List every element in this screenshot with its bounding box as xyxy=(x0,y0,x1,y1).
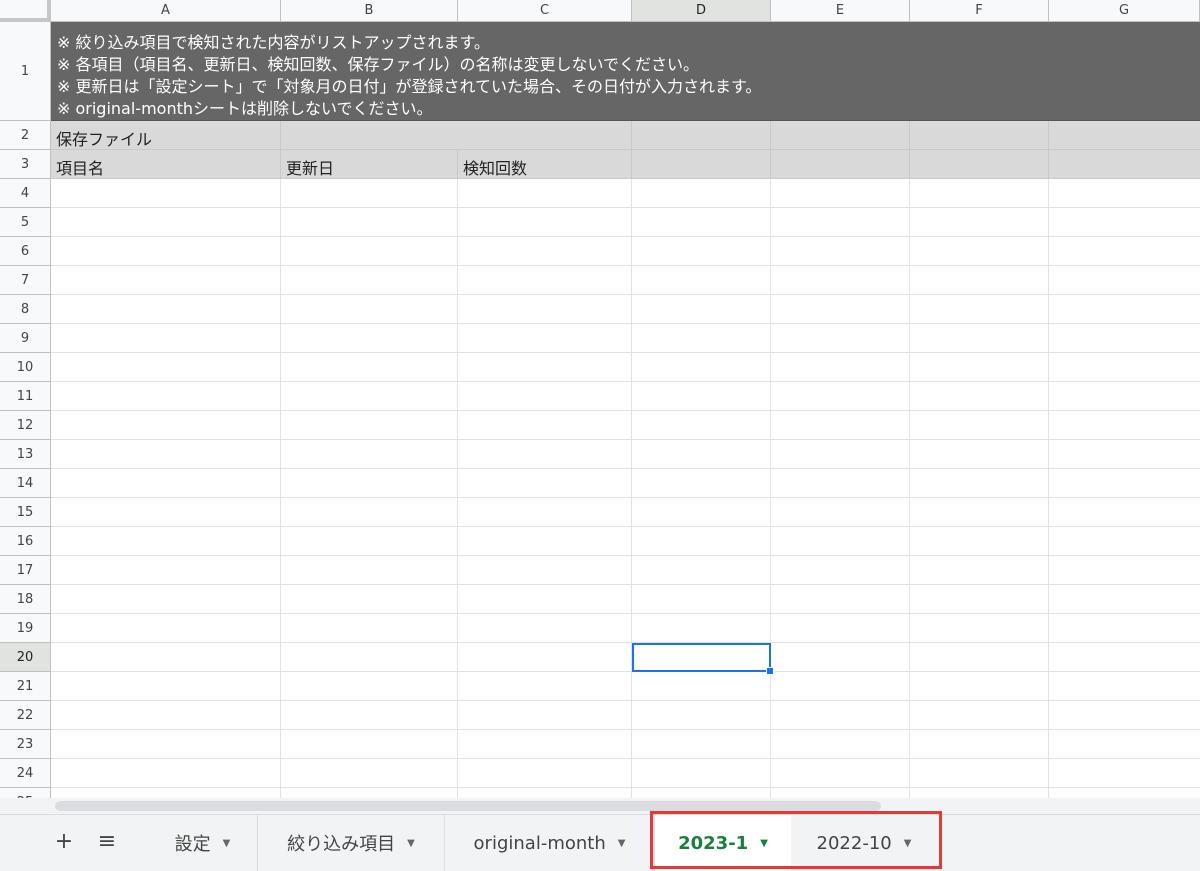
note-line-3: ※ 更新日は「設定シート」で「対象月の日付」が登録されていた場合、その日付が入力… xyxy=(57,77,762,96)
select-all-corner[interactable] xyxy=(0,0,51,22)
row-header-24[interactable]: 24 xyxy=(0,759,51,788)
column-header-c[interactable]: C xyxy=(458,0,632,22)
row-header-19[interactable]: 19 xyxy=(0,614,51,643)
row-header-9[interactable]: 9 xyxy=(0,324,51,353)
row-header-5[interactable]: 5 xyxy=(0,208,51,237)
chevron-down-icon[interactable]: ▼ xyxy=(223,838,231,849)
row-header-20[interactable]: 20 xyxy=(0,643,51,672)
tab-label: 設定 xyxy=(174,834,211,855)
cell-c3-detection-count[interactable]: 検知回数 xyxy=(463,155,527,179)
all-sheets-icon[interactable]: ≡ xyxy=(95,826,119,856)
row-header-17[interactable]: 17 xyxy=(0,556,51,585)
column-header-e[interactable]: E xyxy=(771,0,910,22)
row-header-11[interactable]: 11 xyxy=(0,382,51,411)
row-header-2[interactable]: 2 xyxy=(0,121,51,150)
row-header-16[interactable]: 16 xyxy=(0,527,51,556)
row-header-1[interactable]: 1 xyxy=(0,22,51,121)
instructions-note[interactable]: ※ 絞り込み項目で検知された内容がリストアップされます。 ※ 各項目（項目名、更… xyxy=(51,22,1200,121)
tab-settings[interactable]: 設定 ▼ xyxy=(148,815,258,871)
add-sheet-icon[interactable]: + xyxy=(52,826,76,856)
column-header-a[interactable]: A xyxy=(51,0,281,22)
column-header-g[interactable]: G xyxy=(1049,0,1200,22)
tab-original-month[interactable]: original-month ▼ xyxy=(445,815,655,871)
row-header-4[interactable]: 4 xyxy=(0,179,51,208)
row-header-7[interactable]: 7 xyxy=(0,266,51,295)
cell-b3-updated-date[interactable]: 更新日 xyxy=(286,155,334,179)
tab-label: 絞り込み項目 xyxy=(287,834,396,855)
column-header-f[interactable]: F xyxy=(910,0,1049,22)
row-header-12[interactable]: 12 xyxy=(0,411,51,440)
cell-a3-item-name[interactable]: 項目名 xyxy=(56,155,104,179)
tab-filter-items[interactable]: 絞り込み項目 ▼ xyxy=(258,815,445,871)
spreadsheet-grid[interactable]: A B C D E F G 1 2 3 4 5 6 7 8 9 10 11 12… xyxy=(0,0,1200,800)
row-header-18[interactable]: 18 xyxy=(0,585,51,614)
row-header-8[interactable]: 8 xyxy=(0,295,51,324)
cell-a2-save-file[interactable]: 保存ファイル xyxy=(56,126,152,150)
note-line-1: ※ 絞り込み項目で検知された内容がリストアップされます。 xyxy=(57,33,490,52)
chevron-down-icon[interactable]: ▼ xyxy=(407,838,415,849)
row-header-22[interactable]: 22 xyxy=(0,701,51,730)
tab-label: original-month xyxy=(473,832,606,854)
row-header-3[interactable]: 3 xyxy=(0,150,51,179)
note-line-4: ※ original-monthシートは削除しないでください。 xyxy=(57,99,433,118)
row-header-21[interactable]: 21 xyxy=(0,672,51,701)
chevron-down-icon[interactable]: ▼ xyxy=(618,838,626,849)
header-band xyxy=(51,121,1200,179)
row-header-13[interactable]: 13 xyxy=(0,440,51,469)
selected-cell-d20[interactable] xyxy=(632,643,771,672)
row-header-6[interactable]: 6 xyxy=(0,237,51,266)
column-header-d[interactable]: D xyxy=(632,0,771,22)
row-header-10[interactable]: 10 xyxy=(0,353,51,382)
row-header-14[interactable]: 14 xyxy=(0,469,51,498)
note-line-2: ※ 各項目（項目名、更新日、検知回数、保存ファイル）の名称は変更しないでください… xyxy=(57,55,700,74)
horizontal-scrollbar[interactable] xyxy=(55,801,881,811)
row-header-23[interactable]: 23 xyxy=(0,730,51,759)
column-header-b[interactable]: B xyxy=(281,0,458,22)
fill-handle[interactable] xyxy=(766,667,774,675)
row-header-15[interactable]: 15 xyxy=(0,498,51,527)
highlight-box xyxy=(650,811,942,869)
